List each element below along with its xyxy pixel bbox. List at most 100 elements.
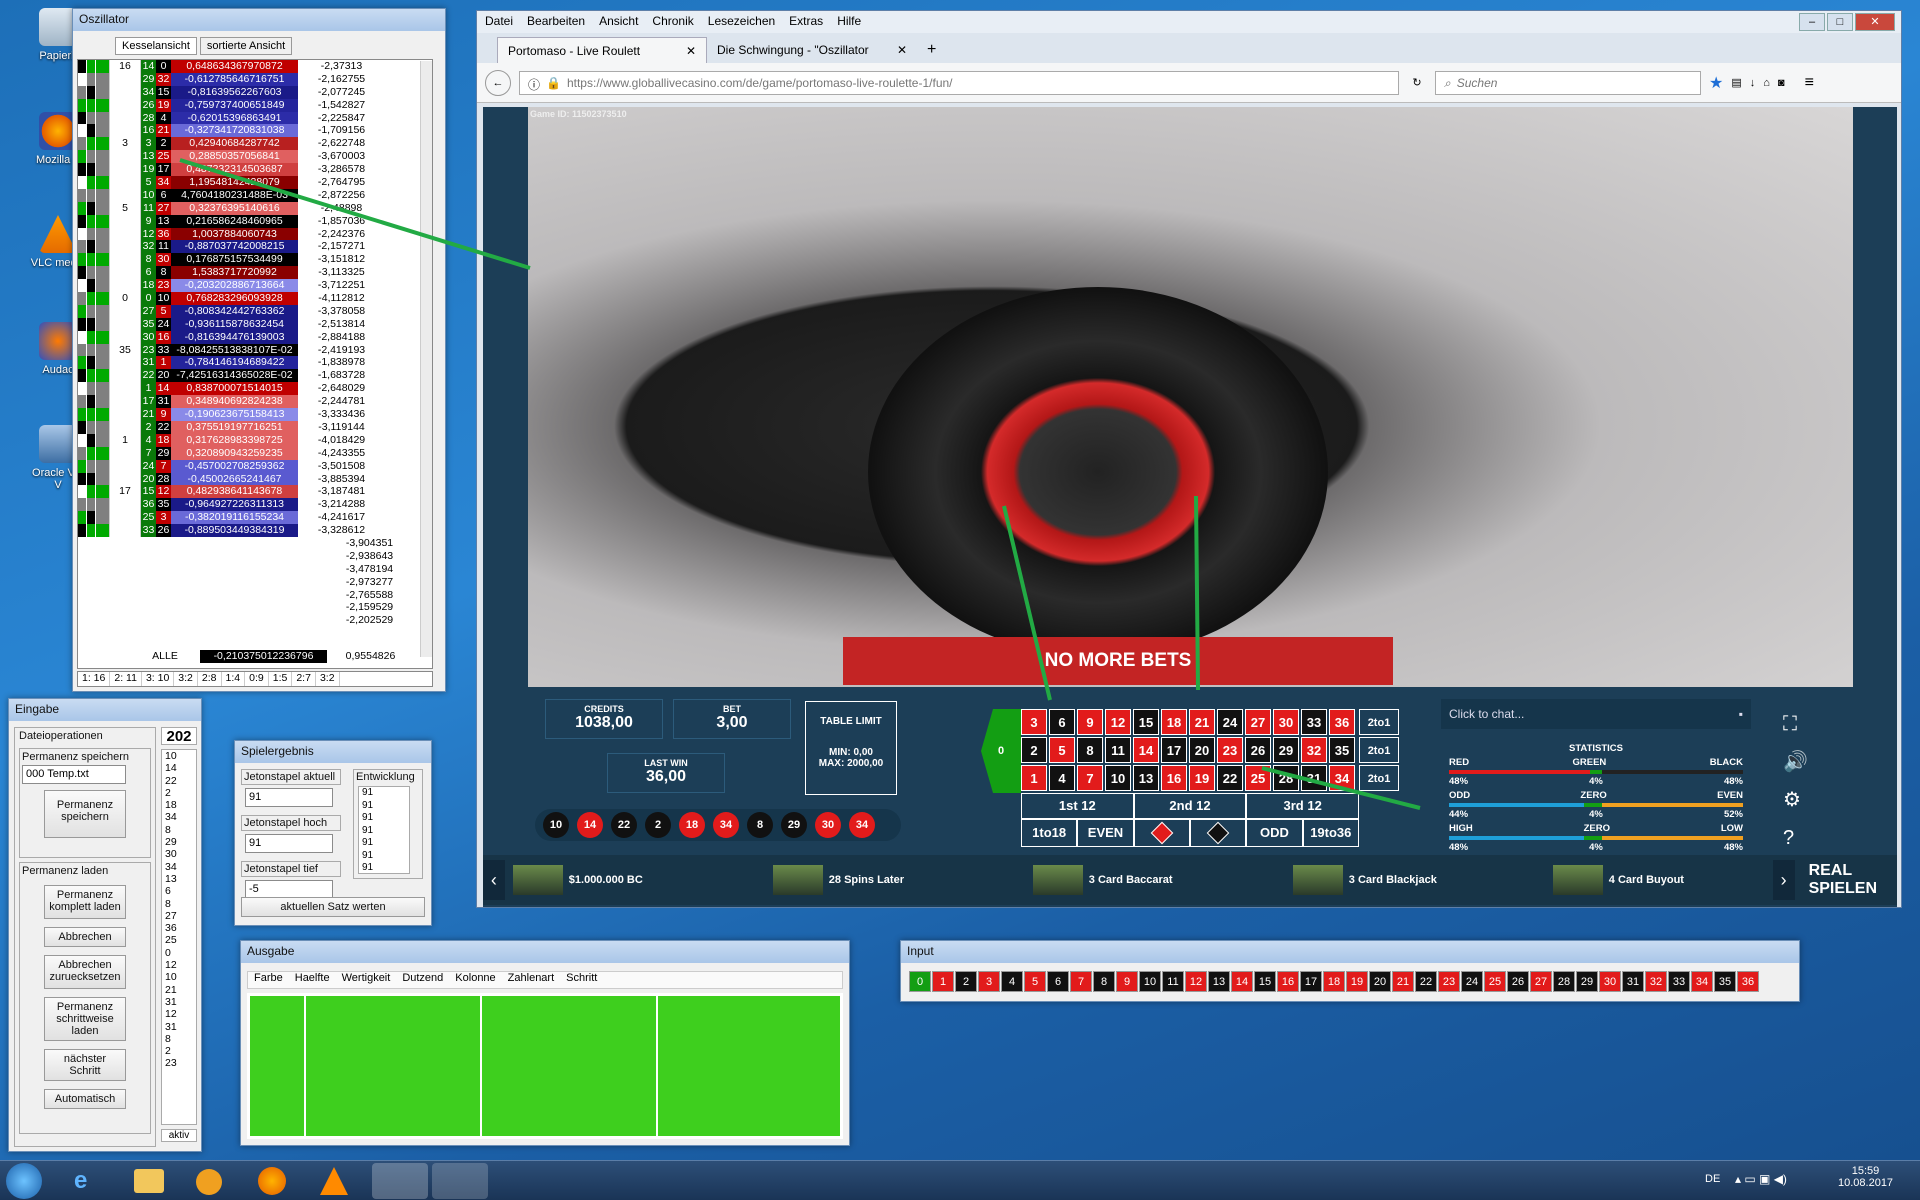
start-button[interactable]: [6, 1163, 42, 1199]
input-number-button[interactable]: 21: [1392, 971, 1414, 992]
ausgabe-column-header[interactable]: Kolonne: [455, 972, 495, 988]
bet-number[interactable]: 29: [1273, 737, 1299, 763]
column-bet[interactable]: 2to1: [1359, 709, 1399, 735]
input-number-button[interactable]: 25: [1484, 971, 1506, 992]
load-button[interactable]: Automatisch: [44, 1089, 126, 1109]
bet-number[interactable]: 17: [1161, 737, 1187, 763]
bet-number[interactable]: 18: [1161, 709, 1187, 735]
bet-number[interactable]: 32: [1301, 737, 1327, 763]
hamburger-menu-icon[interactable]: ≡: [1805, 74, 1814, 92]
outside-bet[interactable]: EVEN: [1077, 819, 1134, 847]
chat-input[interactable]: Click to chat... ▪: [1441, 699, 1751, 729]
input-number-button[interactable]: 12: [1185, 971, 1207, 992]
bet-number[interactable]: 26: [1245, 737, 1271, 763]
bet-number[interactable]: 31: [1301, 765, 1327, 791]
input-number-button[interactable]: 13: [1208, 971, 1230, 992]
media-player-icon[interactable]: [196, 1169, 222, 1195]
input-number-button[interactable]: 8: [1093, 971, 1115, 992]
input-number-button[interactable]: 11: [1162, 971, 1184, 992]
jeton-akt-input[interactable]: 91: [245, 788, 333, 807]
input-number-button[interactable]: 26: [1507, 971, 1529, 992]
ausgabe-column-header[interactable]: Dutzend: [402, 972, 443, 988]
bookmark-star-icon[interactable]: ★: [1709, 73, 1723, 93]
settings-gear-icon[interactable]: ⚙: [1783, 781, 1808, 819]
ausgabe-column-header[interactable]: Zahlenart: [508, 972, 554, 988]
bet-number[interactable]: 9: [1077, 709, 1103, 735]
ausgabe-column-header[interactable]: Farbe: [254, 972, 283, 988]
bet-number[interactable]: 36: [1329, 709, 1355, 735]
bet-number[interactable]: 8: [1077, 737, 1103, 763]
bet-number[interactable]: 14: [1133, 737, 1159, 763]
dozen-bet[interactable]: 2nd 12: [1133, 793, 1247, 819]
tab-portomaso[interactable]: Portomaso - Live Roulett ✕: [497, 37, 707, 63]
input-number-button[interactable]: 34: [1691, 971, 1713, 992]
info-icon[interactable]: ⓘ: [528, 76, 540, 92]
bet-number[interactable]: 10: [1105, 765, 1131, 791]
outside-bet[interactable]: 1to18: [1021, 819, 1078, 847]
menu-item[interactable]: Hilfe: [837, 14, 861, 30]
zero-cell[interactable]: 0: [981, 709, 1021, 793]
input-number-button[interactable]: 22: [1415, 971, 1437, 992]
bet-number[interactable]: 22: [1217, 765, 1243, 791]
close-tab-icon[interactable]: ✕: [686, 44, 696, 58]
menu-item[interactable]: Datei: [485, 14, 513, 30]
input-number-button[interactable]: 10: [1139, 971, 1161, 992]
promo-item[interactable]: $1.000.000 BC: [512, 865, 733, 895]
firefox-task-icon[interactable]: [258, 1167, 286, 1195]
input-number-button[interactable]: 17: [1300, 971, 1322, 992]
chat-icon[interactable]: ▪: [1739, 707, 1743, 721]
bet-number[interactable]: 21: [1189, 709, 1215, 735]
real-spielen-button[interactable]: REAL SPIELEN: [1795, 862, 1897, 898]
promo-item[interactable]: 3 Card Baccarat: [1032, 865, 1253, 895]
bet-number[interactable]: 24: [1217, 709, 1243, 735]
dozen-bet[interactable]: 3rd 12: [1246, 793, 1360, 819]
bet-number[interactable]: 12: [1105, 709, 1131, 735]
tab-schwingung[interactable]: Die Schwingung - "Oszillator ✕: [707, 37, 917, 63]
save-permanenz-button[interactable]: Permanenz speichern: [44, 790, 126, 838]
language-indicator[interactable]: DE: [1705, 1173, 1720, 1185]
entwicklung-list[interactable]: 91 91 91 91 91 91 91: [358, 786, 410, 874]
app-active-task[interactable]: [432, 1163, 488, 1199]
bet-number[interactable]: 35: [1329, 737, 1355, 763]
input-number-button[interactable]: 19: [1346, 971, 1368, 992]
bet-number[interactable]: 1: [1021, 765, 1047, 791]
url-bar[interactable]: ⓘ 🔒 https://www.globallivecasino.com/de/g…: [519, 70, 1399, 95]
satz-werten-button[interactable]: aktuellen Satz werten: [241, 897, 425, 917]
bet-number[interactable]: 25: [1245, 765, 1271, 791]
bet-number[interactable]: 28: [1273, 765, 1299, 791]
menu-item[interactable]: Ansicht: [599, 14, 638, 30]
ausgabe-column-header[interactable]: Haelfte: [295, 972, 330, 988]
load-button[interactable]: Permanenz schrittweise laden: [44, 997, 126, 1041]
osz-scrollbar[interactable]: [420, 61, 432, 657]
menu-item[interactable]: Lesezeichen: [708, 14, 775, 30]
input-number-button[interactable]: 20: [1369, 971, 1391, 992]
tray-icons[interactable]: ▴ ▭ ▣ ◀): [1735, 1172, 1787, 1186]
input-number-button[interactable]: 2: [955, 971, 977, 992]
home-icon[interactable]: ⌂: [1763, 77, 1770, 89]
input-number-button[interactable]: 9: [1116, 971, 1138, 992]
bet-number[interactable]: 11: [1105, 737, 1131, 763]
input-number-button[interactable]: 5: [1024, 971, 1046, 992]
column-bet[interactable]: 2to1: [1359, 765, 1399, 791]
ie-icon[interactable]: e: [74, 1167, 102, 1195]
input-number-button[interactable]: 1: [932, 971, 954, 992]
promo-item[interactable]: 3 Card Blackjack: [1292, 865, 1513, 895]
bet-number[interactable]: 6: [1049, 709, 1075, 735]
ausgabe-column-header[interactable]: Schritt: [566, 972, 597, 988]
firefox-active-task[interactable]: [372, 1163, 428, 1199]
outside-bet[interactable]: [1133, 819, 1190, 847]
download-icon[interactable]: ↓: [1750, 77, 1756, 89]
input-number-button[interactable]: 16: [1277, 971, 1299, 992]
input-number-button[interactable]: 35: [1714, 971, 1736, 992]
menu-item[interactable]: Chronik: [652, 14, 693, 30]
promo-next-icon[interactable]: ›: [1772, 860, 1795, 900]
bet-number[interactable]: 19: [1189, 765, 1215, 791]
bet-number[interactable]: 27: [1245, 709, 1271, 735]
vlc-task-icon[interactable]: [320, 1167, 348, 1195]
input-number-button[interactable]: 24: [1461, 971, 1483, 992]
load-button[interactable]: nächster Schritt: [44, 1049, 126, 1081]
search-input[interactable]: ⌕ Suchen: [1435, 70, 1701, 95]
load-button[interactable]: Permanenz komplett laden: [44, 885, 126, 919]
bet-number[interactable]: 13: [1133, 765, 1159, 791]
tab-sortierte-ansicht[interactable]: sortierte Ansicht: [199, 37, 293, 55]
